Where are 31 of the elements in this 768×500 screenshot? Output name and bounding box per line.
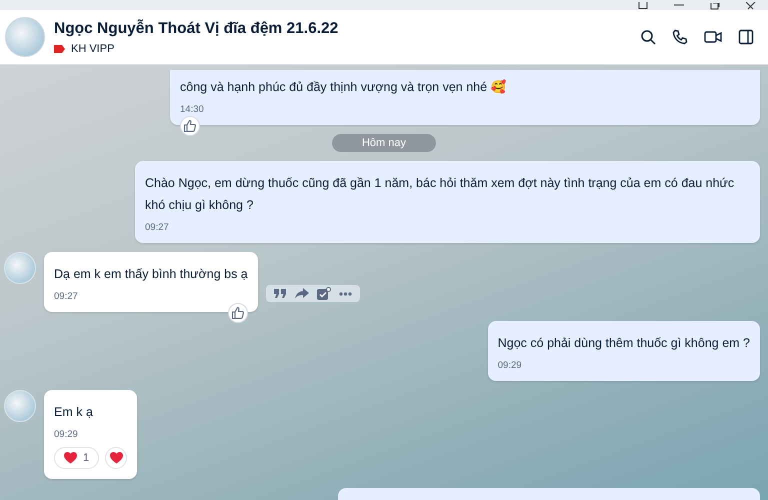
message-time: 09:27	[54, 291, 79, 302]
message-time: 14:30	[180, 104, 205, 115]
message-time: 09:29	[54, 429, 79, 440]
like-button[interactable]	[180, 116, 200, 136]
share-arrow-icon[interactable]	[294, 288, 309, 299]
message-text: Chào Ngọc, em dừng thuốc cũng đã gần 1 năm, bác hỏi thăm xem đợt này tình trạng của em có đau nhức khó chịu gì không ?	[145, 175, 736, 214]
date-divider: Hôm nay	[332, 134, 436, 152]
search-icon[interactable]	[640, 29, 656, 45]
like-button[interactable]	[228, 303, 248, 323]
message-text: Em k ạ	[54, 404, 94, 421]
message-text: công và hạnh phúc đủ đầy thịnh vượng và trọn vẹn nhé 🥰	[180, 78, 508, 96]
tag-label: KH VIPP	[71, 42, 114, 54]
heart-icon	[110, 452, 123, 464]
message-time: 09:27	[145, 222, 170, 233]
reaction-count: 1	[83, 452, 90, 464]
checkbox-icon[interactable]	[316, 287, 331, 300]
more-icon[interactable]	[338, 292, 352, 296]
reaction-chip[interactable]: 1	[54, 447, 100, 469]
sidebar-toggle-icon[interactable]	[738, 29, 754, 45]
message-text: Ngọc có phải dùng thêm thuốc gì không em ?	[498, 335, 750, 352]
heart-icon	[64, 452, 77, 464]
contact-name: Ngọc Nguyễn Thoát Vị đĩa đệm 21.6.22	[54, 20, 340, 38]
phone-icon[interactable]	[672, 29, 688, 45]
react-button[interactable]	[105, 447, 128, 469]
close-icon[interactable]	[746, 2, 756, 10]
maximize-icon[interactable]	[710, 3, 720, 10]
message-text: Dạ em k em thấy bình thường bs ạ	[54, 266, 248, 283]
message-time: 09:29	[498, 360, 523, 371]
quote-icon[interactable]	[274, 288, 287, 299]
video-camera-icon[interactable]	[704, 30, 722, 44]
window-pin-icon[interactable]	[638, 2, 648, 10]
